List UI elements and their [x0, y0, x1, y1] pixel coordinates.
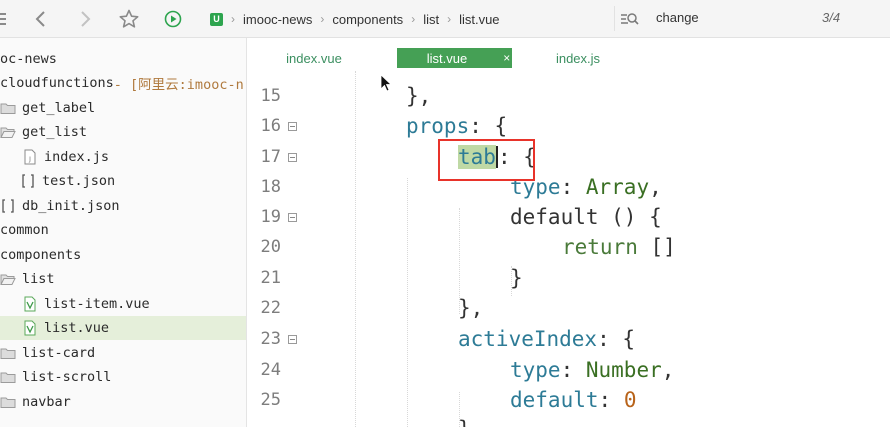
code-editor[interactable]: index.vue list.vue × index.js 15 16 17 18 19…	[247, 38, 890, 427]
fold-toggle-icon[interactable]	[288, 335, 297, 344]
indent-guide	[355, 71, 356, 427]
code-line-20[interactable]: return []	[562, 232, 676, 262]
project-explorer: oc-news cloudfunctions - [阿里云:imooc-n get_…	[0, 38, 247, 427]
fold-toggle-icon[interactable]	[288, 153, 297, 162]
folder-open-icon	[0, 271, 16, 287]
sidebar-item-get-label[interactable]: get_label	[0, 96, 238, 120]
line-number: 20	[260, 237, 281, 257]
code-line-26-partial: }	[458, 414, 471, 427]
code-line-15[interactable]: },	[406, 81, 431, 111]
line-number: 15	[260, 86, 281, 106]
list-icon[interactable]	[0, 8, 22, 30]
search-input[interactable]: change	[656, 10, 699, 25]
line-number: 25	[260, 390, 281, 410]
vue-file-icon	[22, 296, 38, 312]
annotation-highlight-box	[438, 139, 535, 181]
sidebar-item-db-init-json[interactable]: db_init.json	[0, 194, 238, 218]
code-line-25[interactable]: default: 0	[510, 385, 636, 415]
folder-open-icon	[0, 124, 16, 140]
folder-icon	[0, 345, 16, 361]
folder-icon	[0, 369, 16, 385]
sidebar-item-list[interactable]: list	[0, 267, 238, 291]
breadcrumb: U › imooc-news › components › list › lis…	[210, 10, 500, 28]
breadcrumb-folder-components[interactable]: components	[332, 12, 403, 27]
sidebar-item-label: list-item.vue	[44, 296, 150, 312]
line-number: 18	[260, 177, 281, 197]
code-line-22[interactable]: },	[458, 293, 483, 323]
cloud-provider-label: - [阿里云:imooc-n	[113, 77, 244, 93]
sidebar-item-label: cloudfunctions	[0, 75, 114, 91]
search-match-count: 3/4	[822, 10, 841, 25]
sidebar-item-label: get_label	[22, 100, 96, 116]
tab-list-vue[interactable]: list.vue ×	[397, 48, 512, 68]
star-icon[interactable]	[118, 8, 140, 30]
search-icon	[619, 9, 639, 29]
sidebar-item-label: get_list	[22, 124, 88, 140]
breadcrumb-folder-list[interactable]: list	[423, 12, 439, 27]
js-file-icon: J	[22, 149, 38, 165]
sidebar-item-label: index.js	[44, 149, 110, 165]
top-toolbar: U › imooc-news › components › list › lis…	[0, 0, 890, 38]
fold-toggle-icon[interactable]	[288, 213, 297, 222]
close-icon[interactable]: ×	[503, 51, 510, 65]
sidebar-item-label: db_init.json	[22, 198, 120, 214]
sidebar-item-get-list[interactable]: get_list	[0, 120, 238, 144]
sidebar-item-label: navbar	[22, 394, 71, 410]
breadcrumb-project[interactable]: imooc-news	[243, 12, 312, 27]
sidebar-item-label: list	[22, 271, 55, 287]
sidebar-item-list-card[interactable]: list-card	[0, 341, 238, 365]
sidebar-item-common[interactable]: common	[0, 218, 238, 242]
run-icon[interactable]	[162, 8, 184, 30]
sidebar-item-label: oc-news	[0, 51, 57, 67]
sidebar-item-list-item-vue[interactable]: list-item.vue	[0, 292, 246, 316]
mouse-pointer-icon	[380, 74, 392, 92]
indent-guide	[407, 178, 408, 427]
line-number: 19	[260, 207, 281, 227]
breadcrumb-file[interactable]: list.vue	[459, 12, 499, 27]
json-file-icon	[0, 198, 16, 214]
sidebar-item-cloudfunctions[interactable]: cloudfunctions - [阿里云:imooc-n	[0, 71, 244, 95]
sidebar-item-label: list-card	[22, 345, 96, 361]
tab-index-js[interactable]: index.js	[553, 48, 603, 68]
back-arrow-icon[interactable]	[30, 8, 52, 30]
sidebar-item-list-scroll[interactable]: list-scroll	[0, 365, 238, 389]
editor-tabs: index.vue list.vue × index.js	[247, 38, 890, 71]
sidebar-item-label: components	[0, 247, 82, 263]
sidebar-item-oc-news[interactable]: oc-news	[0, 47, 238, 71]
line-number: 17	[260, 147, 281, 167]
sidebar-item-index-js[interactable]: Jindex.js	[0, 145, 246, 169]
sidebar-item-label: test.json	[42, 173, 116, 189]
folder-icon	[0, 394, 16, 410]
json-file-icon	[20, 173, 36, 189]
vue-file-icon	[22, 320, 38, 336]
sidebar-item-navbar[interactable]: navbar	[0, 390, 238, 414]
code-line-21[interactable]: }	[510, 263, 523, 293]
code-line-24[interactable]: type: Number,	[510, 355, 674, 385]
sidebar-item-test-json[interactable]: test.json	[0, 169, 246, 193]
sidebar-item-label: list.vue	[44, 320, 110, 336]
forward-arrow-icon[interactable]	[74, 8, 96, 30]
fold-toggle-icon[interactable]	[288, 122, 297, 131]
line-number: 24	[260, 360, 281, 380]
sidebar-item-components[interactable]: components	[0, 243, 238, 267]
line-number: 22	[260, 298, 281, 318]
code-line-23[interactable]: activeIndex: {	[458, 324, 635, 354]
sidebar-item-label: list-scroll	[22, 369, 112, 385]
tab-index-vue[interactable]: index.vue	[281, 48, 347, 68]
sidebar-item-list-vue[interactable]: list.vue	[0, 316, 246, 340]
find-bar[interactable]: change 3/4	[614, 6, 890, 31]
line-number: 23	[260, 329, 281, 349]
line-number: 16	[260, 116, 281, 136]
folder-icon	[0, 100, 16, 116]
line-number: 21	[260, 268, 281, 288]
sidebar-item-label: common	[0, 222, 49, 238]
svg-text:J: J	[28, 156, 31, 163]
project-icon: U	[210, 12, 223, 26]
code-line-19[interactable]: default () {	[510, 202, 662, 232]
code-line-16[interactable]: props: {	[406, 111, 507, 141]
